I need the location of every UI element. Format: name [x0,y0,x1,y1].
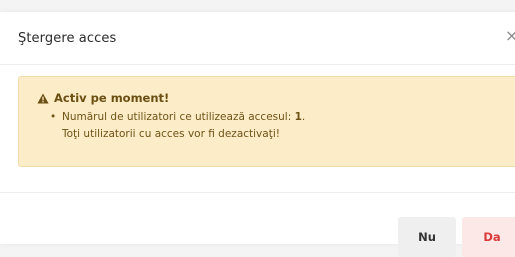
user-count-value: 1 [294,111,302,123]
yes-button[interactable]: Da [462,217,515,257]
dialog-header: Ştergere acces × [0,12,515,65]
alert-title-row: Activ pe moment! [37,91,169,105]
warning-triangle-icon [37,93,49,103]
alert-list: • Numărul de utilizatori ce utilizează a… [50,109,306,143]
delete-access-dialog: Ştergere acces × Activ pe moment! • Numă… [0,12,515,257]
dialog-title: Ştergere acces [18,31,117,46]
no-button[interactable]: Nu [398,217,456,257]
close-icon[interactable]: × [505,28,515,44]
list-item-user-count: • Numărul de utilizatori ce utilizează a… [50,109,306,126]
user-count-suffix: . [301,111,306,123]
deactivation-warning-text: Toţi utilizatorii cu acces vor fi dezact… [62,128,280,140]
user-count-text: Numărul de utilizatori ce utilizează acc… [62,111,295,123]
bullet: • [50,111,57,123]
dialog-footer: Nu Da [0,192,515,257]
warning-alert: Activ pe moment! • Numărul de utilizator… [18,76,515,167]
alert-title: Activ pe moment! [54,91,170,105]
